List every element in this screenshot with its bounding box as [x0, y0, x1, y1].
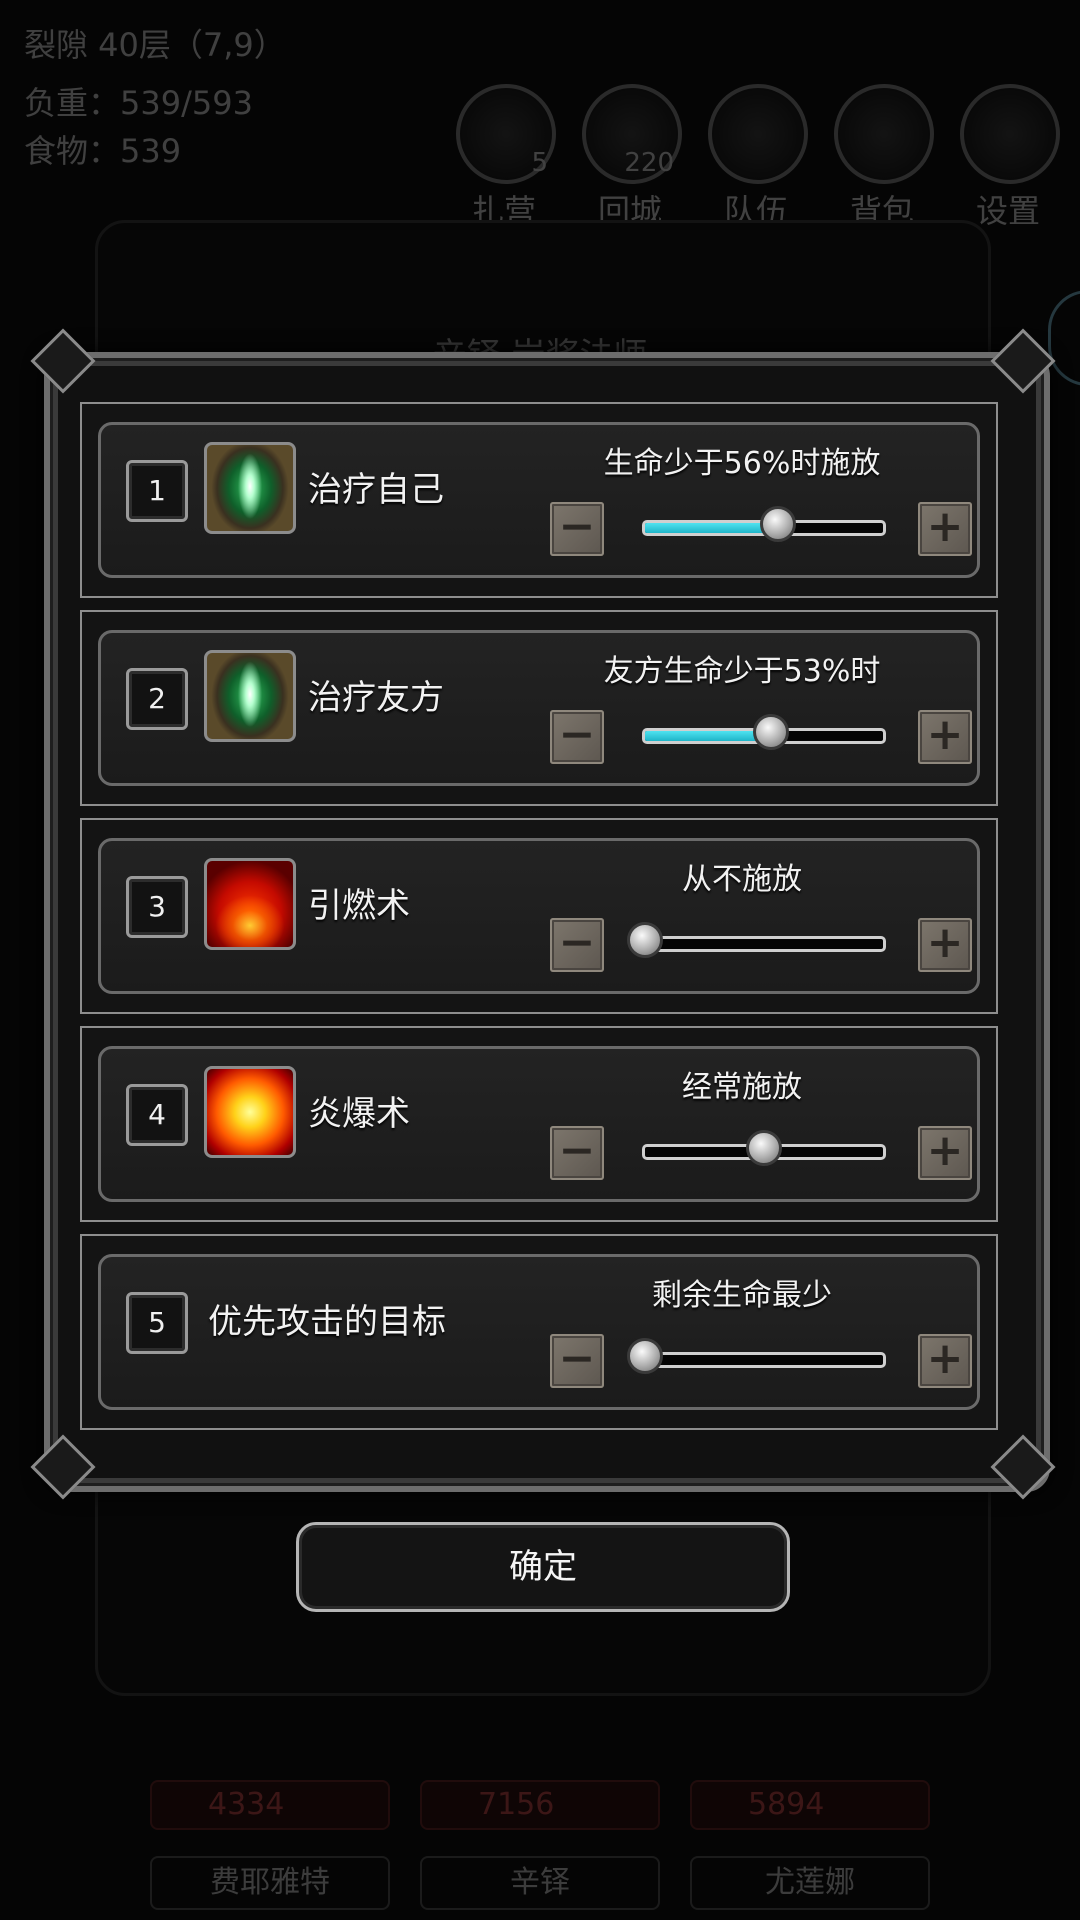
slider-knob[interactable] — [746, 1130, 782, 1166]
backpack-button: 背包 — [834, 84, 934, 232]
target-priority-value: 剩余生命最少 — [652, 1278, 832, 1313]
skill-name: 引燃术 — [308, 886, 410, 926]
skill-index: 1 — [126, 460, 188, 522]
skill-row-3: 3 引燃术 从不施放 − + — [80, 818, 998, 1014]
increase-button[interactable]: + — [918, 1126, 972, 1180]
party-member-1: 4334 费耶雅特 — [150, 1780, 390, 1910]
heal-icon — [204, 442, 296, 534]
gear-icon — [960, 84, 1060, 184]
skill-name: 治疗友方 — [308, 678, 444, 718]
slider-knob[interactable] — [627, 922, 663, 958]
skill-index: 4 — [126, 1084, 188, 1146]
skill-row-2: 2 治疗友方 友方生命少于53%时 − + — [80, 610, 998, 806]
town-portal-icon: 220 — [582, 84, 682, 184]
skill-row-4: 4 炎爆术 经常施放 − + — [80, 1026, 998, 1222]
decrease-button[interactable]: − — [550, 918, 604, 972]
party-member-2: 7156 辛铎 — [420, 1780, 660, 1910]
explosion-icon — [204, 1066, 296, 1158]
slider-fill — [645, 523, 779, 533]
confirm-button[interactable]: 确定 — [296, 1522, 790, 1612]
decrease-button[interactable]: − — [550, 710, 604, 764]
weight-label: 负重：539/593 — [24, 84, 253, 122]
food-label: 食物：539 — [24, 132, 182, 170]
camp-button: 5 扎营 — [456, 84, 556, 232]
cast-condition: 生命少于56%时施放 — [603, 446, 881, 481]
target-priority-label: 优先攻击的目标 — [208, 1302, 446, 1342]
settings-button: 设置 — [960, 84, 1060, 232]
skill-row-1: 1 治疗自己 生命少于56%时施放 − + — [80, 402, 998, 598]
skill-row-5: 5 优先攻击的目标 剩余生命最少 − + — [80, 1234, 998, 1430]
skill-name: 治疗自己 — [308, 470, 444, 510]
increase-button[interactable]: + — [918, 502, 972, 556]
team-icon — [708, 84, 808, 184]
fire-icon — [204, 858, 296, 950]
cast-condition: 从不施放 — [682, 862, 802, 897]
town-portal-button: 220 回城 — [582, 84, 682, 232]
slider-knob[interactable] — [627, 1338, 663, 1374]
skill-name: 炎爆术 — [308, 1094, 410, 1134]
increase-button[interactable]: + — [918, 710, 972, 764]
cast-frequency-slider[interactable] — [642, 936, 886, 952]
decrease-button[interactable]: − — [550, 1126, 604, 1180]
cast-condition: 友方生命少于53%时 — [603, 654, 881, 689]
team-button: 队伍 — [708, 84, 808, 232]
slider-knob[interactable] — [753, 714, 790, 750]
increase-button[interactable]: + — [918, 918, 972, 972]
skill-index: 2 — [126, 668, 188, 730]
increase-button[interactable]: + — [918, 1334, 972, 1388]
skill-index: 3 — [126, 876, 188, 938]
location-label: 裂隙 40层（7,9） — [24, 26, 286, 64]
decrease-button[interactable]: − — [550, 1334, 604, 1388]
heal-icon — [204, 650, 296, 742]
party-member-3: 5894 尤莲娜 — [690, 1780, 930, 1910]
camp-icon: 5 — [456, 84, 556, 184]
target-priority-slider[interactable] — [642, 1352, 886, 1368]
skill-index: 5 — [126, 1292, 188, 1354]
backpack-icon — [834, 84, 934, 184]
decrease-button[interactable]: − — [550, 502, 604, 556]
cast-condition: 经常施放 — [682, 1070, 802, 1105]
slider-knob[interactable] — [760, 506, 797, 542]
